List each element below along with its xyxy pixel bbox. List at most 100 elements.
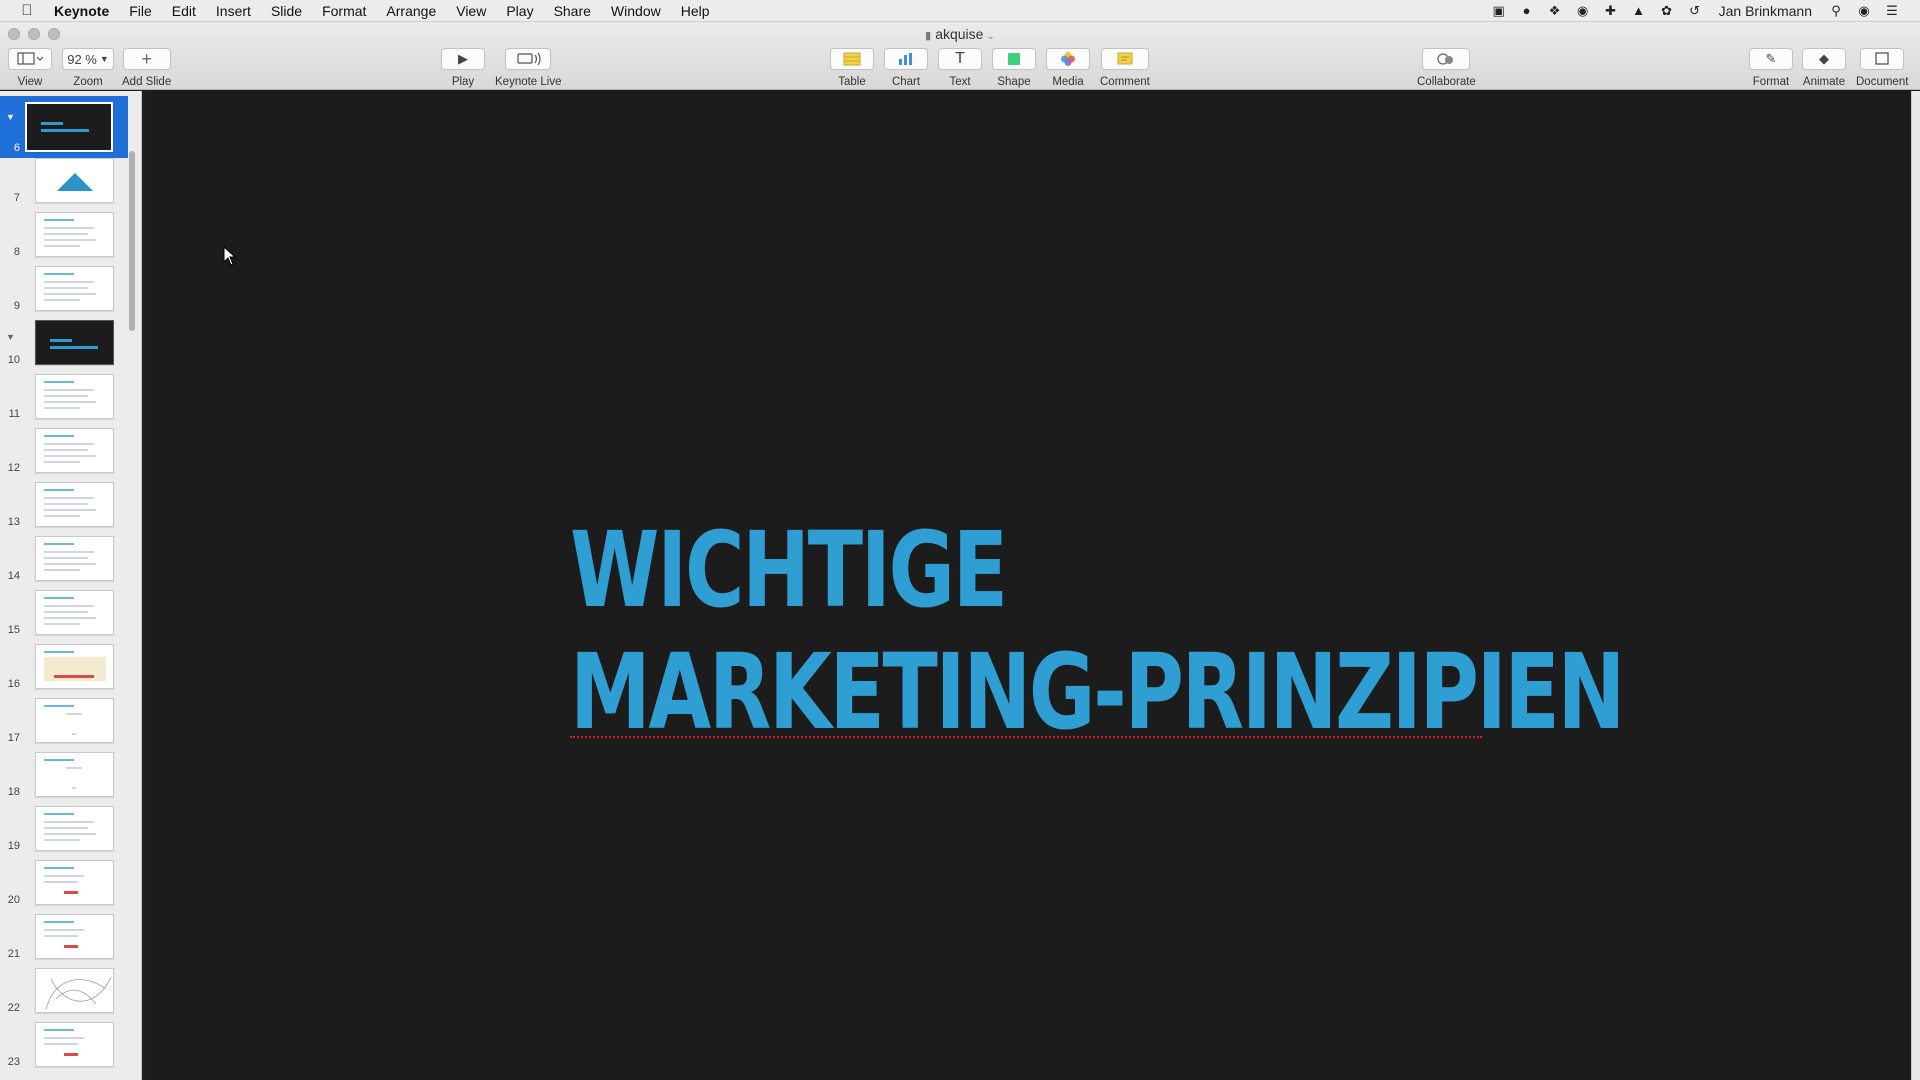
table-tool[interactable]: Table (830, 48, 874, 88)
menu-slide[interactable]: Slide (261, 3, 312, 19)
document-tool[interactable]: Document (1856, 48, 1908, 88)
slide-thumbnail[interactable] (35, 806, 114, 851)
plus-icon[interactable]: ✚ (1597, 3, 1625, 19)
current-slide[interactable]: WICHTIGE MARKETING-PRINZIPIEN (152, 91, 1911, 1080)
leaf-icon[interactable]: ✿ (1653, 3, 1681, 19)
slide-thumbnail-row[interactable]: 8 (0, 208, 128, 262)
menu-app-keynote[interactable]: Keynote (54, 3, 119, 19)
slide-thumbnail-row[interactable]: 20 (0, 856, 128, 910)
slide-thumbnail-row[interactable]: 22 (0, 964, 128, 1018)
slide-thumbnail[interactable] (35, 968, 114, 1013)
slide-thumbnail-row[interactable]: 16 (0, 640, 128, 694)
view-tool[interactable]: View (8, 48, 52, 88)
dropbox-icon[interactable]: ❖ (1541, 3, 1569, 19)
keynote-live-button[interactable] (505, 48, 552, 70)
thumbnail-text-line (44, 227, 94, 229)
siri-icon[interactable]: ◉ (1850, 3, 1878, 19)
ghost-icon[interactable]: ▲ (1625, 3, 1653, 18)
play-tool[interactable]: ▶ Play (441, 48, 485, 88)
slide-thumbnail-row[interactable]: 12 (0, 424, 128, 478)
slide-thumbnail[interactable] (35, 158, 114, 203)
slide-thumbnail[interactable] (35, 266, 114, 311)
collaborate-button[interactable] (1422, 48, 1471, 70)
animate-button[interactable]: ◆ (1802, 48, 1846, 70)
slide-thumbnail[interactable] (35, 590, 114, 635)
shape-tool[interactable]: Shape (992, 48, 1036, 88)
user-name[interactable]: Jan Brinkmann (1709, 3, 1822, 19)
navigator-scrollbar[interactable] (129, 151, 135, 331)
slide-thumbnail-row[interactable]: 7 (0, 154, 128, 208)
slide-thumbnail[interactable] (35, 1022, 114, 1067)
media-tool[interactable]: Media (1046, 48, 1090, 88)
slide-thumbnail-row[interactable]: 15 (0, 586, 128, 640)
chart-button[interactable] (884, 48, 928, 70)
slide-thumbnail[interactable] (35, 374, 114, 419)
slide-thumbnail-row[interactable]: 11 (0, 370, 128, 424)
slide-thumbnail-row[interactable]: 21 (0, 910, 128, 964)
spotlight-icon[interactable]: ⚲ (1822, 3, 1850, 19)
creative-cloud-icon[interactable]: ● (1513, 3, 1541, 18)
screen-record-icon[interactable]: ▣ (1485, 3, 1513, 19)
menu-help[interactable]: Help (671, 3, 720, 19)
notification-center-icon[interactable]: ☰ (1878, 3, 1906, 19)
zoom-select[interactable]: 92 % ▼ (62, 48, 114, 70)
collaborate-tool[interactable]: Collaborate (1417, 48, 1476, 88)
slide-title[interactable]: WICHTIGE MARKETING-PRINZIPIEN (570, 509, 1625, 753)
slide-navigator[interactable]: ▼ 6 7 8 9 ▼ 10 11 12 13 14 15 16 17 18 19 20 21 22 23 (0, 91, 142, 1080)
slide-number: 14 (7, 570, 20, 582)
slide-thumbnail[interactable] (35, 320, 114, 365)
menu-format[interactable]: Format (312, 3, 376, 19)
shape-button[interactable] (992, 48, 1036, 70)
slide-thumbnail-row[interactable]: 23 (0, 1018, 128, 1072)
slide-thumbnail[interactable] (35, 914, 114, 959)
comment-tool[interactable]: Comment (1100, 48, 1150, 88)
format-tool[interactable]: ✎ Format (1749, 48, 1793, 88)
slide-thumbnail[interactable] (35, 644, 114, 689)
zoom-tool[interactable]: 92 % ▼ Zoom (62, 48, 114, 88)
slide-thumbnail[interactable] (35, 698, 114, 743)
menu-view[interactable]: View (446, 3, 496, 19)
time-machine-icon[interactable]: ↺ (1681, 3, 1709, 19)
slide-thumbnail-row[interactable]: ▼ 6 (0, 96, 128, 158)
menu-edit[interactable]: Edit (162, 3, 206, 19)
media-button[interactable] (1046, 48, 1090, 70)
comment-button[interactable] (1100, 48, 1149, 70)
animate-tool[interactable]: ◆ Animate (1802, 48, 1846, 88)
view-button[interactable] (8, 48, 52, 70)
disclosure-triangle-icon[interactable]: ▼ (6, 332, 15, 342)
disclosure-triangle-icon[interactable]: ▼ (6, 112, 15, 122)
menu-file[interactable]: File (119, 3, 162, 19)
slide-thumbnail-row[interactable]: ▼ 10 (0, 316, 128, 370)
slide-thumbnail-row[interactable]: 13 (0, 478, 128, 532)
add-slide-button[interactable]: + (122, 48, 171, 70)
slide-thumbnail[interactable] (35, 212, 114, 257)
menu-share[interactable]: Share (544, 3, 601, 19)
slide-thumbnail-row[interactable]: 9 (0, 262, 128, 316)
menu-window[interactable]: Window (601, 3, 671, 19)
slide-thumbnail[interactable] (35, 860, 114, 905)
slide-thumbnail-row[interactable]: 17 (0, 694, 128, 748)
slide-thumbnail[interactable] (25, 102, 113, 152)
slide-thumbnail[interactable] (35, 752, 114, 797)
add-slide-tool[interactable]: + Add Slide (122, 48, 171, 88)
slide-thumbnail[interactable] (35, 428, 114, 473)
slide-thumbnail[interactable] (35, 536, 114, 581)
format-button[interactable]: ✎ (1749, 48, 1793, 70)
slide-thumbnail-row[interactable]: 18 (0, 748, 128, 802)
document-button[interactable] (1860, 48, 1905, 70)
onepassword-icon[interactable]: ◉ (1569, 3, 1597, 19)
slide-thumbnail-row[interactable]: 19 (0, 802, 128, 856)
text-button[interactable]: T (938, 48, 982, 70)
chart-tool[interactable]: Chart (884, 48, 928, 88)
menu-arrange[interactable]: Arrange (376, 3, 446, 19)
table-button[interactable] (830, 48, 874, 70)
apple-logo-icon[interactable]:  (0, 2, 54, 19)
slide-thumbnail[interactable] (35, 482, 114, 527)
document-title[interactable]: ▮ akquise ⌄ (0, 26, 1920, 42)
menu-insert[interactable]: Insert (206, 3, 261, 19)
text-tool[interactable]: T Text (938, 48, 982, 88)
keynote-live-tool[interactable]: Keynote Live (495, 48, 562, 88)
slide-thumbnail-row[interactable]: 14 (0, 532, 128, 586)
play-button[interactable]: ▶ (441, 48, 485, 70)
menu-play[interactable]: Play (496, 3, 543, 19)
